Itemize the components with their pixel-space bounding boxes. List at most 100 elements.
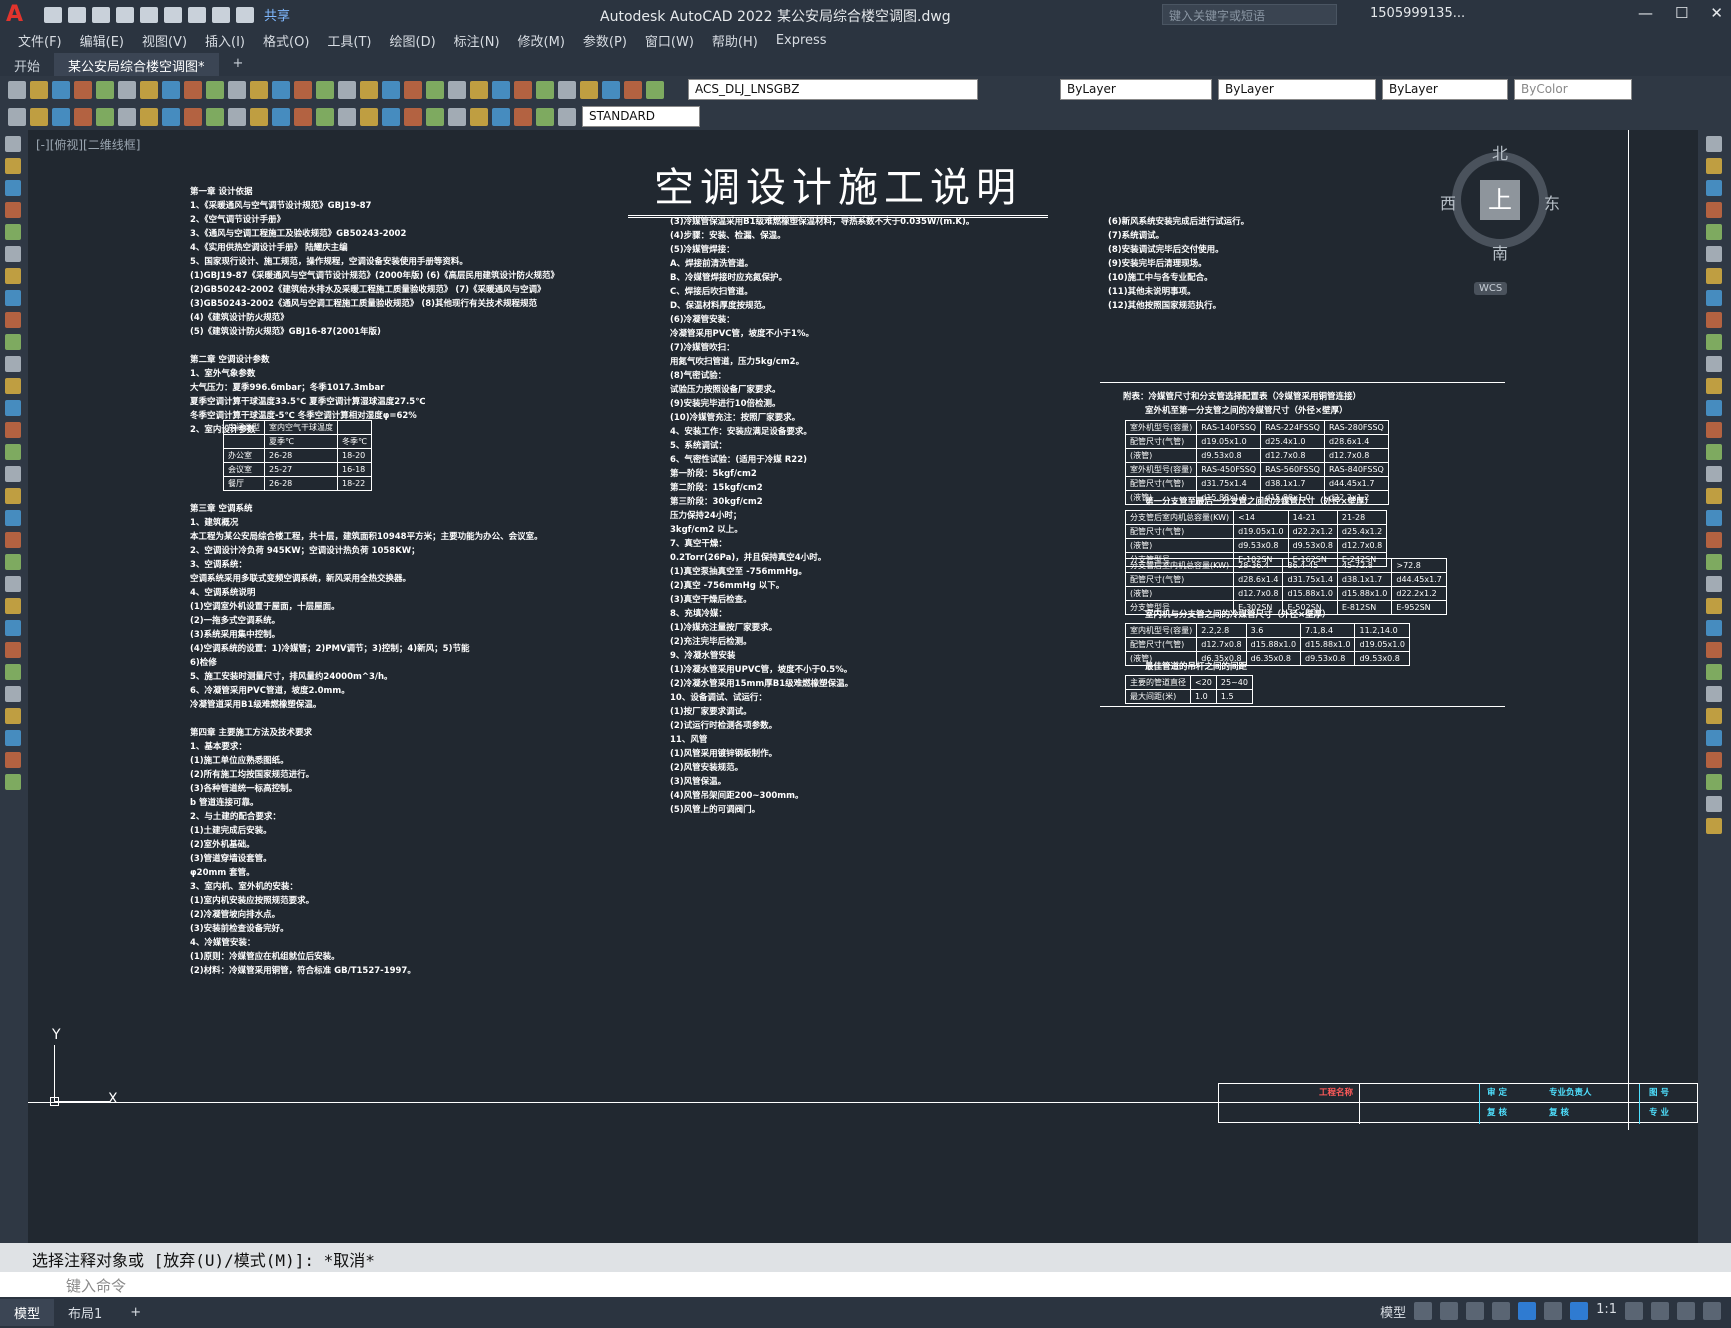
lefttb-tool-icon[interactable] — [5, 708, 21, 724]
color-dropdown[interactable]: ByLayer — [1060, 79, 1212, 100]
drawing-canvas[interactable]: [-][俯视][二维线框] 空调设计施工说明 第一章 设计依据 1、《采暖通风与空… — [28, 130, 1698, 1250]
annotation-icon[interactable] — [1570, 1302, 1589, 1320]
tb1-tool-icon[interactable] — [316, 80, 334, 99]
righttb-tool-icon[interactable] — [1706, 378, 1722, 394]
tb2-tool-icon[interactable] — [426, 107, 444, 126]
lefttb-tool-icon[interactable] — [5, 334, 21, 350]
user-account[interactable]: 1505999135... — [1370, 6, 1465, 21]
maximize-icon[interactable]: ☐ — [1675, 4, 1688, 22]
righttb-tool-icon[interactable] — [1706, 818, 1722, 834]
righttb-tool-icon[interactable] — [1706, 356, 1722, 372]
menu-item-4[interactable]: 格式(O) — [263, 31, 309, 50]
grid-icon[interactable] — [1414, 1302, 1433, 1320]
save-as-icon[interactable] — [116, 6, 134, 23]
tb2-tool-icon[interactable] — [52, 107, 70, 126]
menu-item-12[interactable]: Express — [776, 33, 827, 48]
righttb-tool-icon[interactable] — [1706, 598, 1722, 614]
layout-tab-0[interactable]: 模型 — [0, 1299, 55, 1326]
tb2-tool-icon[interactable] — [74, 107, 92, 126]
scale-dropdown[interactable]: 1:1 — [1596, 1302, 1617, 1321]
righttb-tool-icon[interactable] — [1706, 510, 1722, 526]
polar-icon[interactable] — [1492, 1302, 1511, 1320]
tb2-tool-icon[interactable] — [382, 107, 400, 126]
tb1-tool-icon[interactable] — [426, 80, 444, 99]
south-label[interactable]: 南 — [1492, 240, 1508, 264]
tb1-tool-icon[interactable] — [52, 80, 70, 99]
command-input[interactable]: 键入命令 — [0, 1272, 1731, 1297]
lefttb-tool-icon[interactable] — [5, 510, 21, 526]
save-web-icon[interactable] — [164, 6, 182, 23]
viewcube[interactable]: 上 北 南 东 西 WCS — [1440, 140, 1560, 295]
righttb-tool-icon[interactable] — [1706, 268, 1722, 284]
menu-item-3[interactable]: 插入(I) — [205, 31, 245, 50]
righttb-tool-icon[interactable] — [1706, 180, 1722, 196]
lineweight-dropdown[interactable]: ByLayer — [1382, 79, 1508, 100]
righttb-tool-icon[interactable] — [1706, 444, 1722, 460]
righttb-tool-icon[interactable] — [1706, 642, 1722, 658]
layout-tab-1[interactable]: 布局1 — [54, 1299, 116, 1326]
tb2-tool-icon[interactable] — [272, 107, 290, 126]
righttb-tool-icon[interactable] — [1706, 290, 1722, 306]
tb1-tool-icon[interactable] — [360, 80, 378, 99]
lefttb-tool-icon[interactable] — [5, 466, 21, 482]
lefttb-tool-icon[interactable] — [5, 444, 21, 460]
save-icon[interactable] — [92, 6, 110, 23]
righttb-tool-icon[interactable] — [1706, 158, 1722, 174]
righttb-tool-icon[interactable] — [1706, 708, 1722, 724]
fullscreen-icon[interactable] — [1677, 1302, 1695, 1320]
righttb-tool-icon[interactable] — [1706, 554, 1722, 570]
tb2-tool-icon[interactable] — [536, 107, 554, 126]
layer-dropdown[interactable]: ACS_DLJ_LNSGBZ — [688, 79, 978, 100]
linetype-dropdown[interactable]: ByLayer — [1218, 79, 1376, 100]
plus-icon[interactable] — [1651, 1302, 1669, 1320]
redo-icon[interactable] — [236, 6, 254, 23]
osnap-icon[interactable] — [1518, 1302, 1537, 1320]
tb1-tool-icon[interactable] — [624, 80, 642, 99]
tb2-tool-icon[interactable] — [294, 107, 312, 126]
righttb-tool-icon[interactable] — [1706, 664, 1722, 680]
tb1-tool-icon[interactable] — [514, 80, 532, 99]
righttb-tool-icon[interactable] — [1706, 136, 1722, 152]
tb2-tool-icon[interactable] — [338, 107, 356, 126]
ortho-icon[interactable] — [1466, 1302, 1485, 1320]
tb2-tool-icon[interactable] — [184, 107, 202, 126]
tb1-tool-icon[interactable] — [272, 80, 290, 99]
lineweight-icon[interactable] — [1544, 1302, 1563, 1320]
west-label[interactable]: 西 — [1440, 190, 1456, 214]
tb1-tool-icon[interactable] — [96, 80, 114, 99]
lefttb-tool-icon[interactable] — [5, 598, 21, 614]
tb1-tool-icon[interactable] — [602, 80, 620, 99]
lefttb-tool-icon[interactable] — [5, 202, 21, 218]
menu-item-7[interactable]: 标注(N) — [454, 31, 500, 50]
new-icon[interactable] — [44, 6, 62, 23]
righttb-tool-icon[interactable] — [1706, 730, 1722, 746]
viewport-label[interactable]: [-][俯视][二维线框] — [36, 136, 140, 153]
model-space-button[interactable]: 模型 — [1380, 1302, 1406, 1321]
tb1-tool-icon[interactable] — [74, 80, 92, 99]
lefttb-tool-icon[interactable] — [5, 664, 21, 680]
righttb-tool-icon[interactable] — [1706, 620, 1722, 636]
tb1-tool-icon[interactable] — [492, 80, 510, 99]
textstyle-dropdown[interactable]: STANDARD — [582, 106, 700, 127]
tb1-tool-icon[interactable] — [162, 80, 180, 99]
tb1-tool-icon[interactable] — [118, 80, 136, 99]
tb2-tool-icon[interactable] — [492, 107, 510, 126]
layout-tab-2[interactable]: + — [116, 1301, 155, 1324]
tb1-tool-icon[interactable] — [338, 80, 356, 99]
lefttb-tool-icon[interactable] — [5, 290, 21, 306]
lefttb-tool-icon[interactable] — [5, 378, 21, 394]
tb2-tool-icon[interactable] — [118, 107, 136, 126]
lefttb-tool-icon[interactable] — [5, 488, 21, 504]
tb1-tool-icon[interactable] — [140, 80, 158, 99]
lefttb-tool-icon[interactable] — [5, 774, 21, 790]
righttb-tool-icon[interactable] — [1706, 422, 1722, 438]
righttb-tool-icon[interactable] — [1706, 246, 1722, 262]
lefttb-tool-icon[interactable] — [5, 752, 21, 768]
open-web-icon[interactable] — [140, 6, 158, 23]
open-icon[interactable] — [68, 6, 86, 23]
righttb-tool-icon[interactable] — [1706, 752, 1722, 768]
plotstyle-dropdown[interactable]: ByColor — [1514, 79, 1632, 100]
tb2-tool-icon[interactable] — [360, 107, 378, 126]
tb1-tool-icon[interactable] — [30, 80, 48, 99]
tb2-tool-icon[interactable] — [316, 107, 334, 126]
